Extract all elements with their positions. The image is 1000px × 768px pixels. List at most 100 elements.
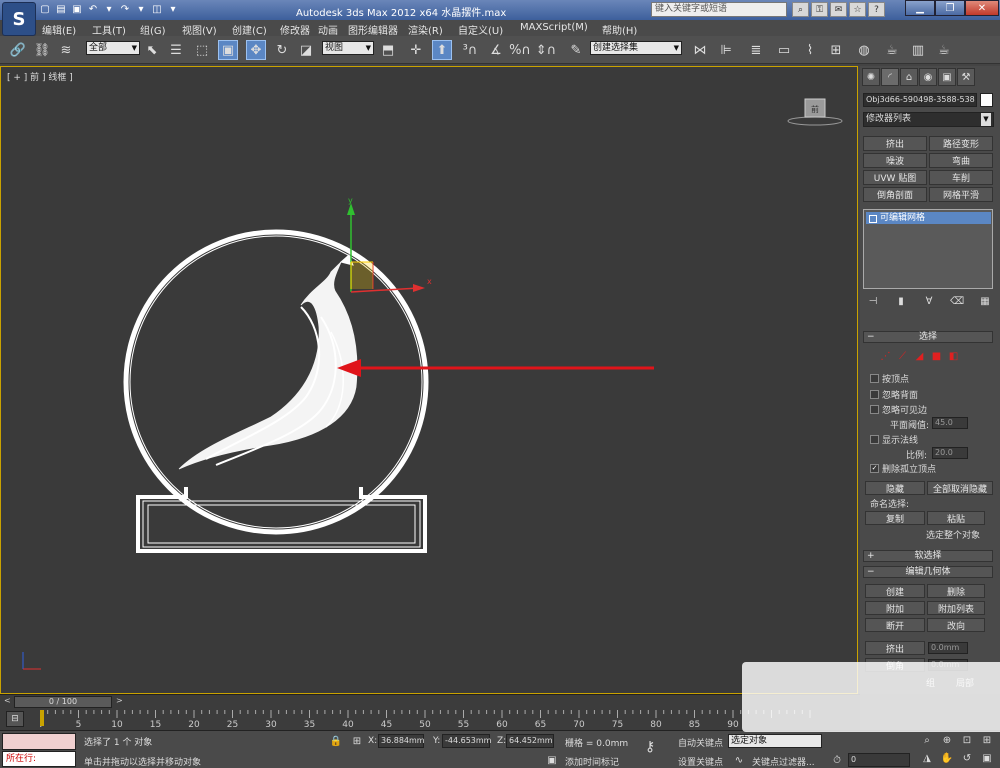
ignore-visible-edges-checkbox[interactable]: 忽略可见边 [870, 403, 927, 416]
maxscript-listener-input[interactable] [2, 733, 76, 750]
window-crossing-icon[interactable]: ▣ [218, 40, 238, 60]
close-icon[interactable]: ✕ [965, 0, 999, 16]
element-level-icon[interactable]: ◧ [948, 351, 959, 362]
orbit-icon[interactable]: ↺ [960, 751, 974, 765]
snaps-toggle-icon[interactable]: ³∩ [460, 40, 480, 60]
angle-snap-icon[interactable]: ∡ [486, 40, 506, 60]
viewcube[interactable]: 前 [787, 93, 843, 127]
zoom-extents-all-icon[interactable]: ⊞ [980, 733, 994, 747]
select-manipulate-icon[interactable]: ✛ [406, 40, 426, 60]
time-slider[interactable]: < 0 / 100 > [0, 694, 860, 708]
undo-dropdown-icon[interactable]: ▾ [102, 2, 116, 16]
show-end-result-icon[interactable]: ▮ [894, 294, 908, 308]
face-level-icon[interactable]: ◢ [914, 351, 925, 362]
noise-modifier-button[interactable]: 噪波 [863, 153, 927, 168]
help-icon[interactable]: ? [868, 2, 885, 17]
checkbox-box[interactable] [870, 434, 879, 444]
attach-list-button[interactable]: 附加列表 [927, 601, 985, 615]
set-key-button[interactable]: 设置关键点 [678, 755, 723, 768]
z-coord-field[interactable]: 64.452mm [506, 734, 554, 748]
uvw-map-modifier-button[interactable]: UVW 贴图 [863, 170, 927, 185]
create-button[interactable]: 创建 [865, 584, 925, 598]
absolute-mode-icon[interactable]: ⊞ [350, 734, 364, 748]
maximize-viewport-icon[interactable]: ▣ [980, 751, 994, 765]
current-frame-field[interactable]: 0 [848, 753, 910, 767]
mirror-icon[interactable]: ⋈ [690, 40, 710, 60]
bevel-profile-modifier-button[interactable]: 倒角剖面 [863, 187, 927, 202]
app-logo-button[interactable]: S [2, 2, 36, 36]
minimize-icon[interactable]: ▁ [905, 0, 935, 16]
mini-curve-editor-icon[interactable]: ⊟ [6, 711, 24, 727]
display-tab-icon[interactable]: ▣ [938, 68, 956, 86]
polygon-level-icon[interactable]: ■ [931, 351, 942, 362]
vertex-level-icon[interactable]: ⋰ [880, 351, 891, 362]
restore-icon[interactable]: ❐ [935, 0, 965, 16]
curve-editor-icon[interactable]: ⌇ [800, 40, 820, 60]
edit-named-selection-icon[interactable]: ✎ [566, 40, 586, 60]
motion-tab-icon[interactable]: ◉ [919, 68, 937, 86]
link-icon[interactable]: 🔗 [8, 40, 28, 60]
by-vertex-checkbox[interactable]: 按顶点 [870, 372, 909, 385]
normal-scale-spinner[interactable]: 20.0 [932, 447, 968, 459]
subscription-icon[interactable]: ⚿ [811, 2, 828, 17]
checkbox-box[interactable] [870, 389, 879, 399]
next-frame-arrow[interactable]: > [116, 696, 123, 705]
zoom-icon[interactable]: ⌕ [920, 733, 934, 747]
menu-create[interactable]: 创建(C) [232, 22, 267, 37]
menu-rendering[interactable]: 渲染(R) [408, 22, 443, 37]
select-object-icon[interactable]: ⬉ [142, 40, 162, 60]
extrude-amount-spinner[interactable]: 0.0mm [928, 642, 968, 654]
remove-modifier-icon[interactable]: ⌫ [950, 294, 964, 308]
pivot-center-icon[interactable]: ⬒ [378, 40, 398, 60]
menu-graph-editors[interactable]: 图形编辑器 [348, 22, 398, 37]
extrude-modifier-button[interactable]: 挤出 [863, 136, 927, 151]
frame-ruler[interactable]: 051015202530354045505560657075808590 [40, 708, 860, 730]
search-input[interactable]: 键入关键字或短语 [651, 2, 787, 17]
planar-thresh-spinner[interactable]: 45.0 [932, 417, 968, 429]
object-name-field[interactable]: Obj3d66-590498-3588-538 [863, 93, 977, 107]
schematic-view-icon[interactable]: ⊞ [826, 40, 846, 60]
open-file-icon[interactable]: ▤ [54, 2, 68, 16]
bend-modifier-button[interactable]: 弯曲 [929, 153, 993, 168]
key-filter-curve-icon[interactable]: ∿ [732, 753, 746, 767]
prev-frame-arrow[interactable]: < [4, 696, 11, 705]
named-selection-dropdown[interactable]: 创建选择集 [590, 41, 682, 55]
modifier-list-dropdown[interactable]: 修改器列表 [863, 112, 994, 127]
keyboard-shortcut-icon[interactable]: ⬆ [432, 40, 452, 60]
pin-stack-icon[interactable]: ⊣ [866, 294, 880, 308]
menu-edit[interactable]: 编辑(E) [42, 22, 76, 37]
copy-button[interactable]: 复制 [865, 511, 925, 525]
lathe-modifier-button[interactable]: 车削 [929, 170, 993, 185]
menu-modifiers[interactable]: 修改器 [280, 22, 310, 37]
checkbox-box[interactable]: ✓ [870, 463, 879, 473]
delete-isolated-checkbox[interactable]: ✓ 删除孤立顶点 [870, 462, 936, 475]
time-tag-icon[interactable]: ▣ [545, 753, 559, 767]
attach-button[interactable]: 附加 [865, 601, 925, 615]
field-of-view-icon[interactable]: ◮ [920, 751, 934, 765]
unlink-icon[interactable]: ⛓ [32, 40, 52, 60]
hierarchy-tab-icon[interactable]: ⌂ [900, 68, 918, 86]
track-bar[interactable]: ⊟ 051015202530354045505560657075808590 [0, 708, 860, 730]
menu-tools[interactable]: 工具(T) [92, 22, 126, 37]
soft-selection-rollout-header[interactable]: + 软选择 [863, 550, 993, 562]
configure-sets-icon[interactable]: ▦ [978, 294, 992, 308]
graphite-ribbon-icon[interactable]: ▭ [774, 40, 794, 60]
spinner-snap-icon[interactable]: ⇕∩ [536, 40, 556, 60]
pan-view-icon[interactable]: ✋ [940, 751, 954, 765]
object-color-swatch[interactable] [980, 93, 993, 107]
favorites-icon[interactable]: ☆ [849, 2, 866, 17]
ref-coord-dropdown[interactable]: 视图 [322, 41, 374, 55]
select-by-name-icon[interactable]: ☰ [166, 40, 186, 60]
x-coord-field[interactable]: 36.884mm [378, 734, 425, 748]
search-icon[interactable]: ⌕ [792, 2, 809, 17]
selection-lock-icon[interactable]: 🔒 [329, 734, 343, 748]
make-unique-icon[interactable]: ∀ [922, 294, 936, 308]
key-mode-dropdown[interactable]: 选定对象 [728, 734, 822, 748]
rendered-frame-icon[interactable]: ▥ [908, 40, 928, 60]
communication-icon[interactable]: ✉ [830, 2, 847, 17]
render-production-icon[interactable]: ☕ [934, 40, 954, 60]
edge-level-icon[interactable]: ⟋ [897, 351, 908, 362]
auto-key-button[interactable]: 自动关键点 [678, 736, 723, 749]
rect-selection-icon[interactable]: ⬚ [192, 40, 212, 60]
paste-button[interactable]: 粘贴 [927, 511, 985, 525]
